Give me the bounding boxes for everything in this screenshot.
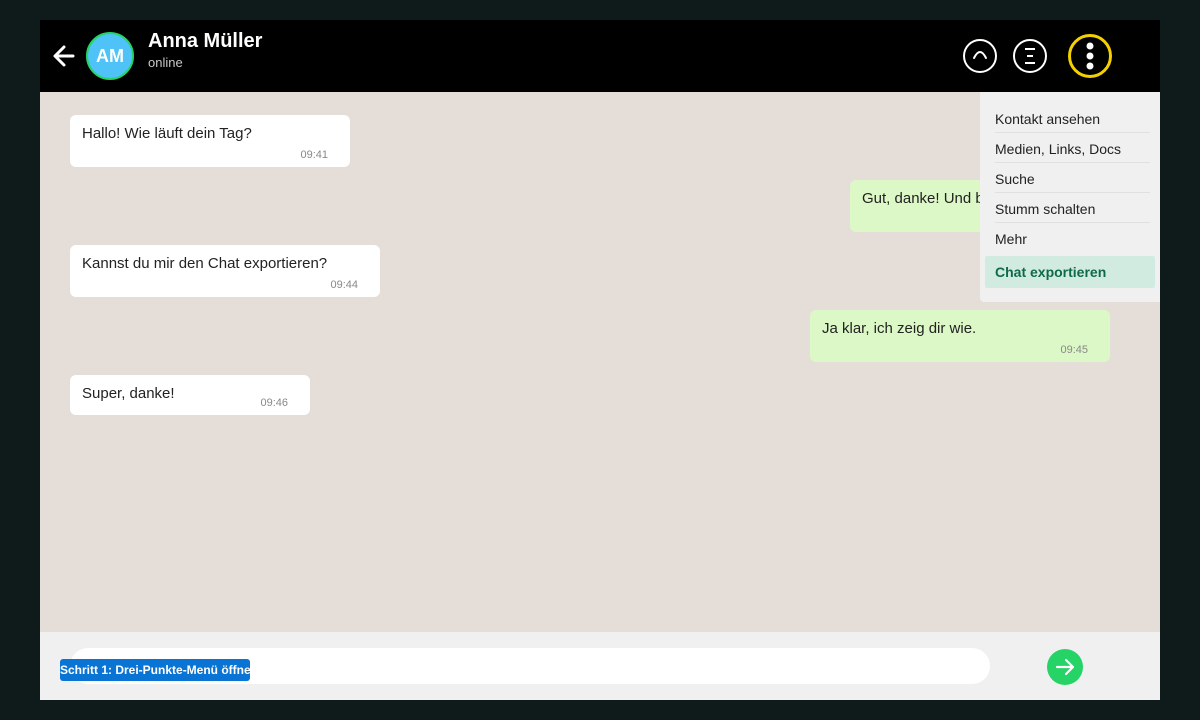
avatar[interactable]: AM: [86, 32, 134, 80]
composer-bar: Schritt 1: Drei-Punkte-Menü öffnen: [40, 632, 1160, 700]
avatar-initials: AM: [96, 45, 124, 66]
menu-item-mute[interactable]: Stumm schalten: [995, 193, 1150, 223]
message-bubble[interactable]: Super, danke! 09:46: [70, 375, 310, 415]
contact-name[interactable]: Anna Müller: [148, 30, 262, 53]
back-arrow-icon[interactable]: [52, 42, 76, 70]
menu-item-export-chat[interactable]: Chat exportieren: [985, 256, 1155, 288]
send-button[interactable]: [1047, 649, 1083, 685]
message-time: 09:45: [1060, 344, 1088, 356]
call-icon[interactable]: [963, 39, 997, 73]
step-tooltip: Schritt 1: Drei-Punkte-Menü öffnen: [60, 659, 250, 681]
message-bubble[interactable]: Ja klar, ich zeig dir wie. 09:45: [810, 310, 1110, 362]
message-bubble[interactable]: Hallo! Wie läuft dein Tag? 09:41: [70, 115, 350, 167]
message-text: Hallo! Wie läuft dein Tag?: [82, 125, 252, 142]
message-text: Kannst du mir den Chat exportieren?: [82, 255, 328, 272]
menu-lines-icon[interactable]: [1013, 39, 1047, 73]
menu-item-more[interactable]: Mehr: [995, 223, 1150, 253]
message-time: 09:46: [260, 397, 288, 409]
menu-item-media-links-docs[interactable]: Medien, Links, Docs: [995, 133, 1150, 163]
chat-app: AM Anna Müller online Hallo! Wie läuft d…: [40, 20, 1160, 700]
more-vertical-icon[interactable]: [1068, 34, 1112, 78]
menu-item-view-contact[interactable]: Kontakt ansehen: [995, 103, 1150, 133]
message-text: Ja klar, ich zeig dir wie.: [822, 320, 977, 337]
message-time: 09:41: [300, 149, 328, 161]
overflow-menu: Kontakt ansehen Medien, Links, Docs Such…: [980, 92, 1160, 302]
contact-status: online: [148, 55, 183, 70]
message-bubble[interactable]: Kannst du mir den Chat exportieren? 09:4…: [70, 245, 380, 297]
chat-header: AM Anna Müller online: [40, 20, 1160, 92]
send-arrow-icon: [1055, 658, 1075, 676]
menu-item-search[interactable]: Suche: [995, 163, 1150, 193]
message-time: 09:44: [330, 279, 358, 291]
